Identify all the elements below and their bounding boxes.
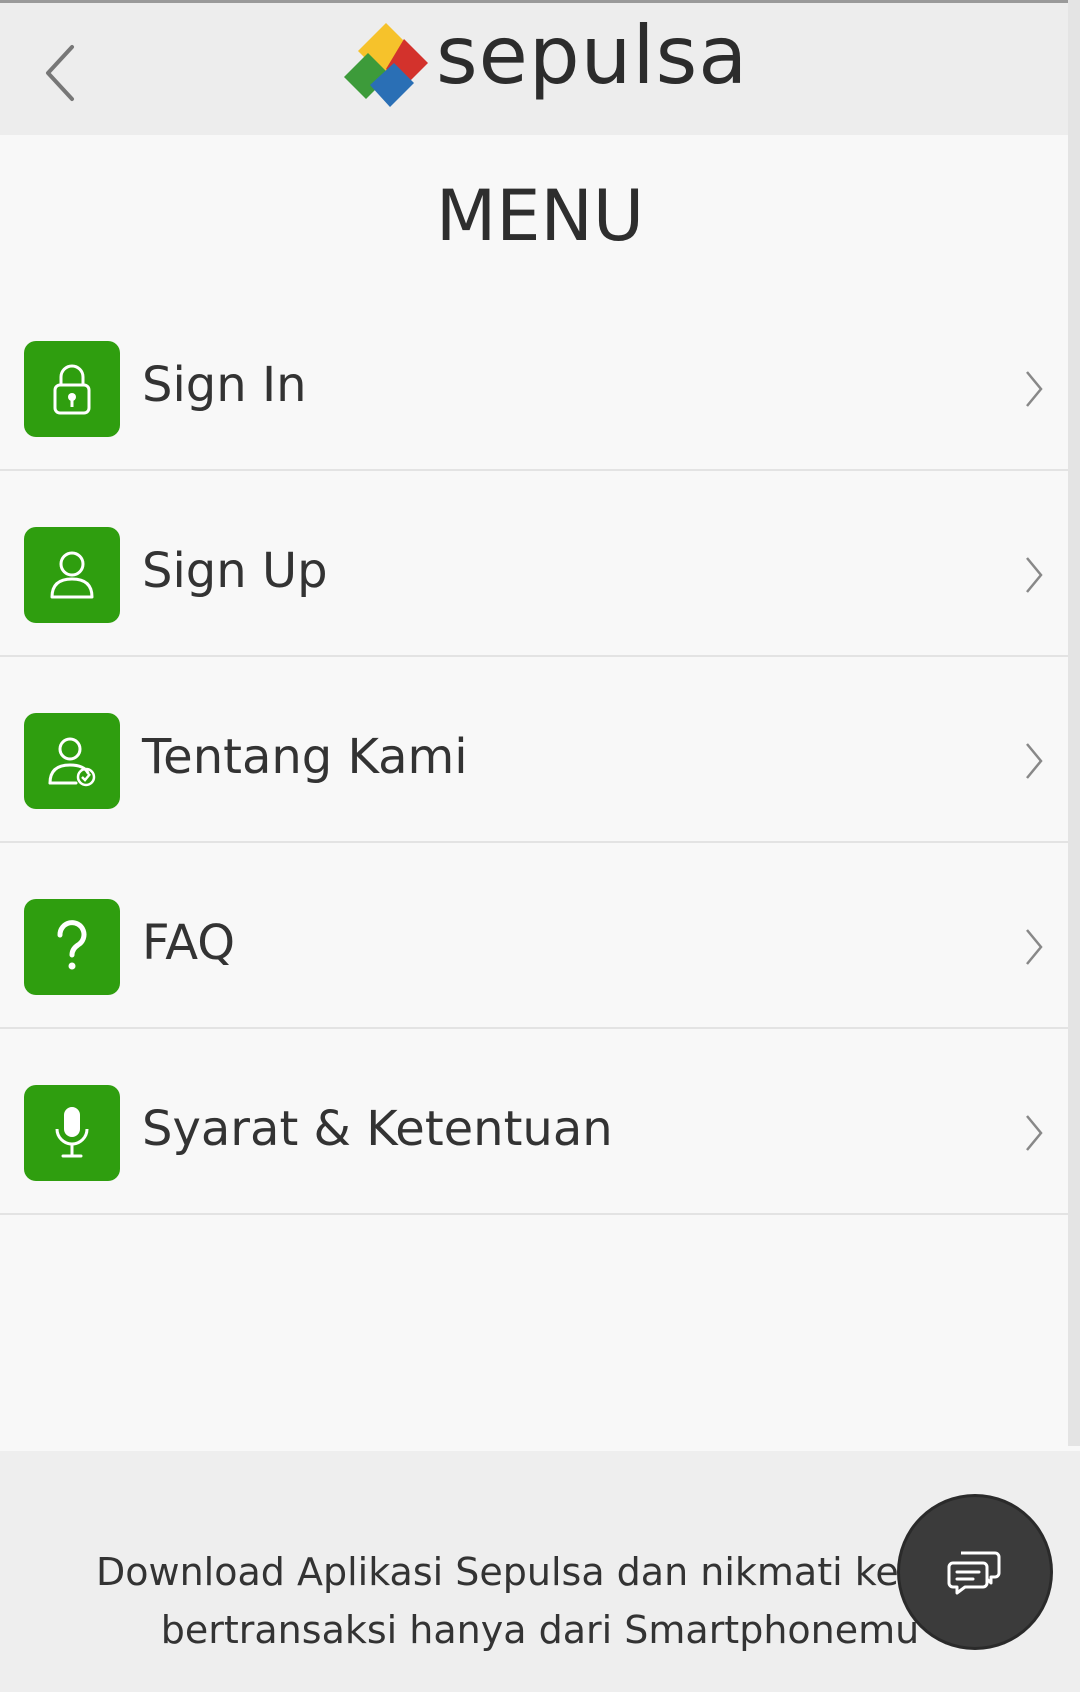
back-button[interactable] <box>38 41 88 105</box>
menu-item-icon-box <box>24 713 120 809</box>
menu-item-label: Sign Up <box>142 543 328 599</box>
menu-item-label: Tentang Kami <box>142 729 468 785</box>
verified-user-icon <box>48 737 96 787</box>
chevron-right-icon <box>1026 371 1043 407</box>
menu-list: Sign In Sign Up Tentang Kami FAQ Syarat … <box>0 285 1068 1215</box>
menu-item-tentang-kami[interactable]: Tentang Kami <box>0 657 1068 843</box>
menu-item-sign-in[interactable]: Sign In <box>0 285 1068 471</box>
menu-item-icon-box <box>24 527 120 623</box>
user-icon <box>50 551 94 599</box>
chat-bubbles-icon <box>947 1551 1001 1595</box>
menu-item-label: FAQ <box>142 915 235 971</box>
scrollbar[interactable] <box>1068 0 1080 1446</box>
menu-item-faq[interactable]: FAQ <box>0 843 1068 1029</box>
menu-item-label: Sign In <box>142 357 307 413</box>
menu-item-syarat-ketentuan[interactable]: Syarat & Ketentuan <box>0 1029 1068 1215</box>
chevron-left-icon <box>46 45 74 101</box>
download-promo-line-2: bertransaksi hanya dari Smartphonemu <box>160 1608 920 1652</box>
sepulsa-logo-mark-icon <box>344 23 428 107</box>
download-promo-line-1: Download Aplikasi Sepulsa dan nikmati ke… <box>96 1550 984 1594</box>
menu-item-sign-up[interactable]: Sign Up <box>0 471 1068 657</box>
microphone-icon <box>55 1107 89 1158</box>
chevron-right-icon <box>1026 743 1043 779</box>
brand-name: sepulsa <box>436 9 749 102</box>
menu-item-label: Syarat & Ketentuan <box>142 1101 613 1157</box>
chevron-right-icon <box>1026 1115 1043 1151</box>
menu-item-icon-box <box>24 1085 120 1181</box>
main-content: MENU Sign In Sign Up Tentang Kami FAQ Sy… <box>0 135 1068 1451</box>
page-title: MENU <box>435 175 645 257</box>
question-icon <box>57 920 87 970</box>
menu-item-icon-box <box>24 899 120 995</box>
chat-button[interactable] <box>900 1497 1050 1647</box>
lock-icon <box>53 364 91 415</box>
chevron-right-icon <box>1026 557 1043 593</box>
menu-item-icon-box <box>24 341 120 437</box>
chevron-right-icon <box>1026 929 1043 965</box>
top-bar: sepulsa <box>0 0 1080 135</box>
sepulsa-logo[interactable]: sepulsa <box>340 9 747 117</box>
download-promo-text: Download Aplikasi Sepulsa dan nikmati ke… <box>60 1543 1020 1659</box>
